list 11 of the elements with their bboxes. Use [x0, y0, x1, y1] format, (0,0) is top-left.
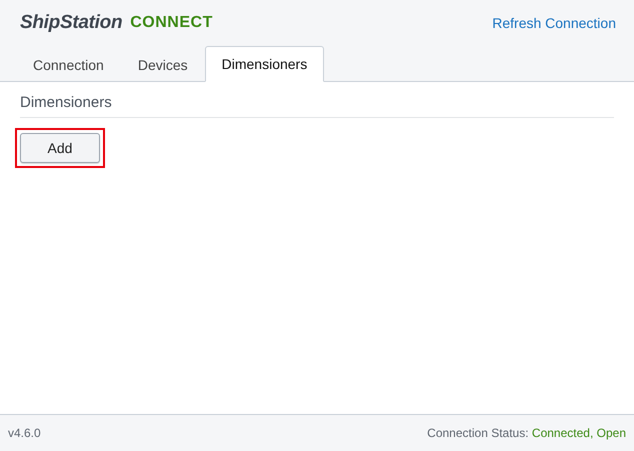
section-title: Dimensioners	[20, 94, 614, 118]
status-value: Connected, Open	[532, 426, 626, 440]
version-label: v4.6.0	[8, 426, 41, 440]
tab[interactable]: Dimensioners	[204, 46, 324, 82]
logo-text: ShipStation	[20, 12, 122, 34]
refresh-connection-link[interactable]: Refresh Connection	[492, 15, 616, 31]
add-button[interactable]: Add	[20, 133, 100, 163]
status-label: Connection Status:	[427, 426, 529, 440]
tab[interactable]: Devices	[120, 48, 205, 82]
tab[interactable]: Connection	[16, 48, 121, 82]
logo-accent: CONNECT	[130, 14, 213, 32]
